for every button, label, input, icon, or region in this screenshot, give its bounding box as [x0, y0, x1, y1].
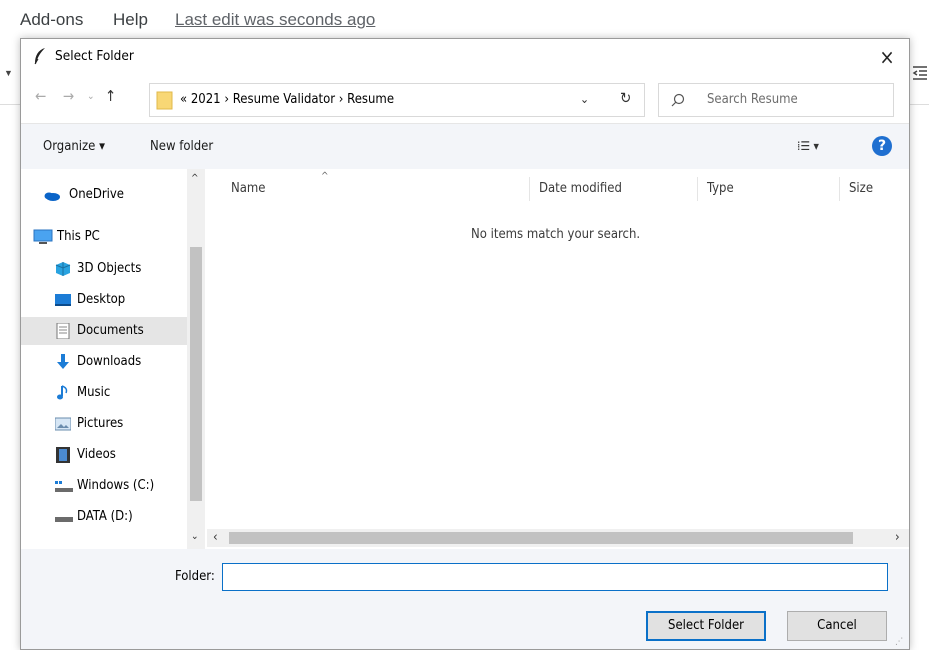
address-bar[interactable]: « 2021 › Resume Validator › Resume ⌄ ↻: [149, 83, 645, 117]
cancel-button[interactable]: Cancel: [787, 611, 887, 641]
documents-icon: [55, 322, 71, 340]
column-divider[interactable]: [697, 177, 698, 201]
dialog-titlebar[interactable]: Select Folder ×: [21, 39, 909, 73]
scroll-right-icon[interactable]: ›: [895, 530, 900, 545]
last-edit-link[interactable]: Last edit was seconds ago: [175, 10, 375, 30]
sidebar-scroll-thumb[interactable]: [190, 247, 202, 501]
sidebar-item-downloads[interactable]: Downloads: [21, 348, 187, 376]
navigation-bar: ← → ⌄ ↑ « 2021 › Resume Validator › Resu…: [21, 73, 909, 123]
recent-chevron-icon[interactable]: ⌄: [87, 91, 95, 102]
sort-ascending-icon: ^: [321, 171, 329, 182]
toolbar-divider: [910, 104, 929, 105]
feather-icon: [33, 47, 47, 65]
music-icon: [55, 385, 71, 401]
select-folder-button[interactable]: Select Folder: [646, 611, 766, 641]
sidebar-item-label: OneDrive: [69, 187, 124, 202]
sidebar-item-label: 3D Objects: [77, 261, 142, 276]
search-box[interactable]: Search Resume: [658, 83, 894, 117]
indent-icon[interactable]: [911, 64, 929, 84]
menu-help[interactable]: Help: [113, 10, 148, 30]
refresh-icon[interactable]: ↻: [620, 89, 631, 107]
folder-label: Folder:: [175, 569, 215, 584]
search-icon: [671, 92, 685, 107]
videos-icon: [55, 447, 71, 463]
pc-icon: [33, 229, 53, 245]
address-path[interactable]: « 2021 › Resume Validator › Resume: [180, 92, 394, 107]
dialog-title: Select Folder: [55, 48, 134, 64]
sidebar-item-desktop[interactable]: Desktop: [21, 286, 187, 314]
sidebar-item-documents[interactable]: Documents: [21, 317, 187, 345]
sidebar-item-label: Windows (C:): [77, 478, 155, 493]
sidebar-item-3d-objects[interactable]: 3D Objects: [21, 255, 187, 283]
horizontal-scrollbar[interactable]: ‹ ›: [207, 529, 909, 547]
sidebar-item-label: Pictures: [77, 416, 124, 431]
search-input[interactable]: Search Resume: [707, 92, 798, 107]
scroll-up-icon[interactable]: ^: [191, 173, 199, 184]
scroll-down-icon[interactable]: ⌄: [191, 531, 199, 542]
forward-arrow-icon[interactable]: →: [63, 87, 74, 105]
sidebar-item-label: Desktop: [77, 292, 126, 307]
downloads-icon: [55, 354, 71, 370]
resize-grip-icon[interactable]: ⋰: [895, 637, 903, 647]
new-folder-button[interactable]: New folder: [150, 139, 213, 154]
sidebar-item-music[interactable]: Music: [21, 379, 187, 407]
sidebar-item-videos[interactable]: Videos: [21, 441, 187, 469]
toolbar-divider: [0, 104, 20, 105]
background-menubar: Add-ons Help Last edit was seconds ago: [0, 0, 929, 34]
onedrive-icon: [43, 187, 60, 203]
sidebar-item-windows-c[interactable]: Windows (C:): [21, 472, 187, 500]
sidebar-item-this-pc[interactable]: This PC: [21, 223, 187, 251]
navigation-pane: OneDrive This PC 3D Objects Desktop Docu…: [21, 169, 207, 561]
sidebar-item-label: Music: [77, 385, 111, 400]
back-arrow-icon[interactable]: ←: [35, 87, 46, 105]
sidebar-item-label: Videos: [77, 447, 116, 462]
dialog-footer: Folder: Select Folder Cancel ⋰: [21, 549, 909, 649]
up-arrow-icon[interactable]: ↑: [105, 87, 116, 105]
column-header-size[interactable]: Size: [849, 181, 873, 196]
sidebar-item-pictures[interactable]: Pictures: [21, 410, 187, 438]
sidebar-item-label: DATA (D:): [77, 509, 133, 524]
chevron-down-icon[interactable]: ⌄: [580, 92, 589, 106]
folder-icon: [156, 90, 174, 110]
sidebar-item-label: This PC: [57, 229, 100, 244]
sidebar-item-label: Downloads: [77, 354, 142, 369]
select-folder-dialog: Select Folder × ← → ⌄ ↑ « 2021 › Resume …: [20, 38, 910, 650]
drive-d-icon: [55, 509, 73, 525]
sidebar-item-onedrive[interactable]: OneDrive: [21, 181, 187, 209]
sidebar-item-label: Documents: [77, 323, 144, 338]
help-icon[interactable]: ?: [872, 136, 892, 156]
desktop-icon: [55, 292, 71, 308]
column-divider[interactable]: [529, 177, 530, 201]
empty-list-message: No items match your search.: [471, 227, 641, 242]
sidebar-item-data-d[interactable]: DATA (D:): [21, 503, 187, 531]
menu-add-ons[interactable]: Add-ons: [20, 10, 83, 30]
column-header-date-modified[interactable]: Date modified: [539, 181, 622, 196]
command-bar: Organize ▾ New folder ⁞☰ ▾ ?: [21, 123, 909, 169]
column-header-type[interactable]: Type: [707, 181, 734, 196]
caret-down-icon: ▼: [4, 68, 13, 78]
file-list: ^ Name Date modified Type Size No items …: [207, 169, 909, 529]
folder-name-input[interactable]: [222, 563, 888, 591]
pictures-icon: [54, 416, 72, 432]
3d-objects-icon: [55, 261, 71, 277]
close-button[interactable]: ×: [869, 43, 905, 71]
horizontal-scroll-thumb[interactable]: [229, 532, 853, 544]
sidebar-scrollbar[interactable]: ^ ⌄: [187, 169, 205, 561]
organize-button[interactable]: Organize ▾: [43, 139, 105, 154]
scroll-left-icon[interactable]: ‹: [213, 530, 218, 545]
view-options-icon[interactable]: ⁞☰ ▾: [797, 139, 819, 153]
column-header-name[interactable]: Name: [231, 181, 266, 196]
column-divider[interactable]: [839, 177, 840, 201]
drive-c-icon: [55, 478, 73, 494]
